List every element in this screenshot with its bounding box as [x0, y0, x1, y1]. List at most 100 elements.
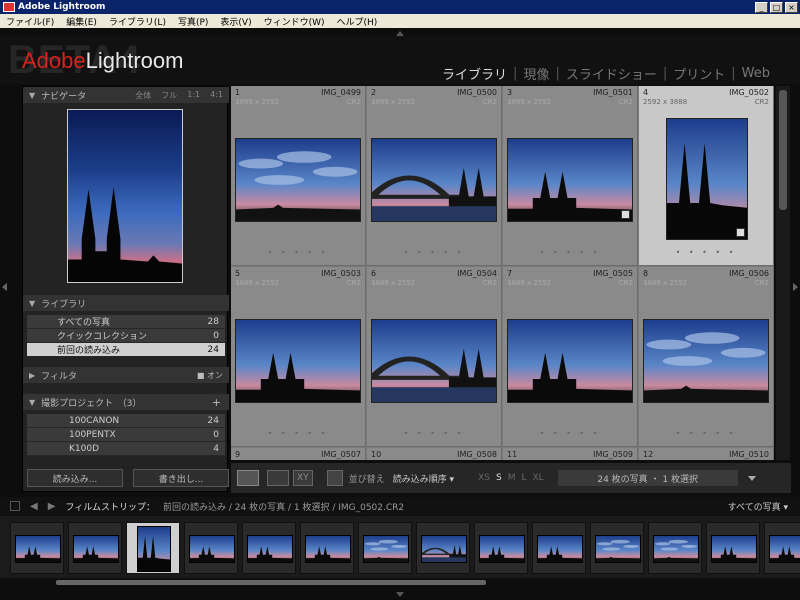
rating-dots[interactable]: • • • • • [503, 429, 637, 438]
size-s[interactable]: S [496, 473, 502, 483]
left-panel: ▼ ナビゲータ 全体 フル 1:1 4:1 ▼ ライブラリ すべての写真 28 … [22, 86, 229, 492]
zoom-fit[interactable]: 全体 [135, 90, 151, 101]
grid-cell[interactable]: 11 IMG_0509 [503, 448, 638, 460]
compare-view-button[interactable]: XY [293, 470, 313, 486]
menu-view[interactable]: 表示(V) [214, 15, 257, 28]
filmstrip-scrollbar[interactable] [56, 580, 486, 585]
cell-photo[interactable] [235, 319, 361, 403]
filmstrip-thumb[interactable] [10, 522, 64, 574]
cell-photo[interactable] [371, 138, 497, 222]
grid-cell[interactable]: 1 IMG_0499 3888 x 2592 CR2 • • • • • [231, 86, 366, 266]
zoom-1-1[interactable]: 1:1 [187, 90, 200, 101]
library-item-all-photos[interactable]: すべての写真 28 [27, 315, 225, 329]
grid-cell[interactable]: 3 IMG_0501 3888 x 2592 CR2 • • • • • [503, 86, 638, 266]
cell-photo[interactable] [235, 138, 361, 222]
sort-order-select[interactable]: 読み込み順序 ▾ [393, 472, 454, 485]
cell-photo[interactable] [643, 319, 769, 403]
size-xs[interactable]: XS [478, 473, 490, 483]
filmstrip-thumb[interactable] [184, 522, 238, 574]
cell-photo[interactable] [507, 319, 633, 403]
rating-dots[interactable]: • • • • • [639, 248, 773, 257]
projects-header[interactable]: ▼ 撮影プロジェクト （3） + [23, 394, 229, 410]
collapse-left-panel-icon[interactable] [2, 283, 7, 291]
rating-dots[interactable]: • • • • • [231, 429, 365, 438]
collapse-bottom-caret-icon[interactable] [396, 592, 404, 597]
project-item[interactable]: 100PENTX 0 [27, 428, 225, 442]
filmstrip-thumb[interactable] [706, 522, 760, 574]
library-header[interactable]: ▼ ライブラリ [23, 295, 229, 311]
menu-library[interactable]: ライブラリ(L) [103, 15, 172, 28]
filmstrip-thumb[interactable] [358, 522, 412, 574]
size-l[interactable]: L [521, 473, 526, 483]
menu-photo[interactable]: 写真(P) [172, 15, 214, 28]
zoom-fill[interactable]: フル [161, 90, 177, 101]
grid-view-icon[interactable] [237, 470, 259, 486]
filter-header[interactable]: ▶ フィルタ ■ オン [23, 367, 229, 383]
filmstrip-thumb[interactable] [532, 522, 586, 574]
export-button[interactable]: 書き出し... [133, 469, 229, 487]
module-slideshow[interactable]: スライドショー [566, 64, 657, 83]
grid-cell[interactable]: 5 IMG_0503 3888 x 2592 CR2 • • • • • [231, 267, 366, 447]
filmstrip-thumb[interactable] [300, 522, 354, 574]
loupe-view-icon[interactable] [267, 470, 289, 486]
grid-cell[interactable]: 12 IMG_0510 [639, 448, 774, 460]
library-item-quick-collection[interactable]: クイックコレクション 0 [27, 329, 225, 343]
menu-window[interactable]: ウィンドウ(W) [258, 15, 331, 28]
filmstrip-thumb[interactable] [68, 522, 122, 574]
add-project-button[interactable]: + [212, 396, 221, 409]
cell-photo[interactable] [507, 138, 633, 222]
library-item-previous-import[interactable]: 前回の読み込み 24 [27, 343, 225, 357]
grid-cell[interactable]: 2 IMG_0500 3888 x 2592 CR2 • • • • • [367, 86, 502, 266]
module-develop[interactable]: 現像 [523, 64, 549, 83]
filmstrip-thumb[interactable] [416, 522, 470, 574]
size-xl[interactable]: XL [532, 473, 543, 483]
cell-photo[interactable] [666, 118, 748, 240]
size-m[interactable]: M [508, 473, 516, 483]
maximize-button[interactable]: □ [770, 1, 783, 13]
grid-cell[interactable]: 4 IMG_0502 2592 x 3888 CR2 • • • • • [639, 86, 774, 266]
back-arrow-icon[interactable]: ◀ [30, 501, 38, 512]
filmstrip-thumb[interactable] [648, 522, 702, 574]
close-button[interactable]: × [785, 1, 798, 13]
grid-cell[interactable]: 9 IMG_0507 [231, 448, 366, 460]
grid-cell[interactable]: 7 IMG_0505 3888 x 2592 CR2 • • • • • [503, 267, 638, 447]
cell-photo[interactable] [371, 319, 497, 403]
menu-edit[interactable]: 編集(E) [60, 15, 103, 28]
navigator-preview[interactable] [67, 109, 183, 283]
collapsed-triangle-icon: ▶ [29, 370, 36, 380]
filter-toggle[interactable]: ■ オン [197, 370, 223, 381]
expand-triangle-icon: ▼ [29, 397, 36, 407]
project-item[interactable]: K100D 4 [27, 442, 225, 456]
forward-arrow-icon[interactable]: ▶ [48, 501, 56, 512]
filmstrip-thumb[interactable] [590, 522, 644, 574]
rating-dots[interactable]: • • • • • [231, 248, 365, 257]
grid-cell[interactable]: 10 IMG_0508 [367, 448, 502, 460]
menu-help[interactable]: ヘルプ(H) [331, 15, 384, 28]
filmstrip-thumb[interactable] [126, 522, 180, 574]
grid-scrollbar-thumb[interactable] [779, 90, 787, 210]
module-print[interactable]: プリント [673, 64, 725, 83]
module-web[interactable]: Web [742, 66, 770, 81]
project-item[interactable]: 100CANON 24 [27, 414, 225, 428]
filmstrip-filter-select[interactable]: すべての写真 ▾ [728, 500, 788, 513]
grid-scrollbar[interactable] [776, 86, 790, 460]
filmstrip-thumb[interactable] [242, 522, 296, 574]
import-button[interactable]: 読み込み... [27, 469, 123, 487]
sort-direction-icon[interactable] [326, 470, 343, 486]
filmstrip-thumb[interactable] [474, 522, 528, 574]
rating-dots[interactable]: • • • • • [367, 248, 501, 257]
toolbar-dropdown-icon[interactable] [747, 475, 756, 481]
rating-dots[interactable]: • • • • • [367, 429, 501, 438]
rating-dots[interactable]: • • • • • [639, 429, 773, 438]
module-library[interactable]: ライブラリ [442, 64, 507, 83]
menu-file[interactable]: ファイル(F) [0, 15, 60, 28]
collapse-right-panel-icon[interactable] [793, 283, 798, 291]
minimize-button[interactable]: _ [755, 1, 768, 13]
cell-dimensions: 3888 x 2592 [507, 98, 552, 106]
grid-cell[interactable]: 6 IMG_0504 3888 x 2592 CR2 • • • • • [367, 267, 502, 447]
grid-toggle-icon[interactable] [10, 501, 20, 511]
filmstrip-thumb[interactable] [764, 522, 800, 574]
rating-dots[interactable]: • • • • • [503, 248, 637, 257]
grid-cell[interactable]: 8 IMG_0506 3888 x 2592 CR2 • • • • • [639, 267, 774, 447]
zoom-4-1[interactable]: 4:1 [210, 90, 223, 101]
